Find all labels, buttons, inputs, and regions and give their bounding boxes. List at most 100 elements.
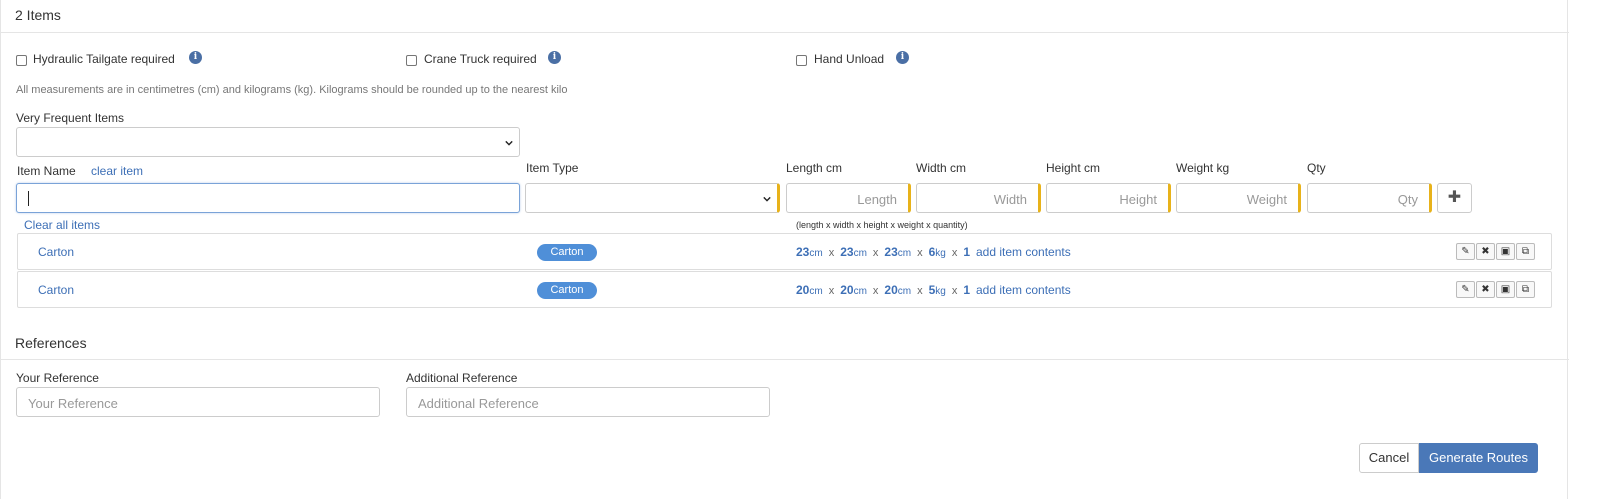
hand-unload-label: Hand Unload <box>814 52 885 66</box>
edit-button[interactable]: ✎ <box>1456 281 1475 298</box>
weight-label: Weight kg <box>1176 161 1230 175</box>
hand-unload-checkbox[interactable] <box>796 55 807 66</box>
width-value: 20 <box>840 283 854 297</box>
unit-kg: kg <box>935 248 946 259</box>
item-type-label: Item Type <box>526 161 579 175</box>
times-sign: x <box>917 247 923 259</box>
cancel-button[interactable]: Cancel <box>1359 443 1419 473</box>
height-value: 23 <box>884 245 898 259</box>
save-button[interactable]: ▣ <box>1496 281 1515 298</box>
copy-button[interactable]: ⧉ <box>1516 281 1535 298</box>
item-type-badge: Carton <box>537 282 597 299</box>
dimensions-hint: (length x width x height x weight x quan… <box>796 220 968 230</box>
delete-button[interactable]: ✖ <box>1476 243 1495 260</box>
text-cursor <box>28 191 29 206</box>
unit-cm: cm <box>853 248 867 259</box>
chevron-down-icon <box>763 196 771 202</box>
times-sign: x <box>828 285 835 297</box>
generate-routes-button[interactable]: Generate Routes <box>1419 443 1538 473</box>
close-icon: ✖ <box>1481 284 1490 295</box>
info-circle-icon[interactable]: i <box>896 51 909 64</box>
plus-icon: ✚ <box>1447 189 1462 206</box>
info-circle-icon[interactable]: i <box>189 51 202 64</box>
times-sign: x <box>917 285 923 297</box>
crane-truck-label: Crane Truck required <box>424 52 537 66</box>
qty-input[interactable]: Qty <box>1307 183 1432 213</box>
item-name-link[interactable]: Carton <box>38 283 74 297</box>
width-input[interactable]: Width <box>916 183 1041 213</box>
unit-cm: cm <box>853 286 867 297</box>
width-placeholder: Width <box>993 192 1027 207</box>
length-label: Length cm <box>786 161 843 175</box>
item-dimensions: 20cm x 20cm x 20cm x 5kg x 1 <box>796 283 970 297</box>
width-value: 23 <box>840 245 854 259</box>
qty-value: 1 <box>963 283 971 297</box>
add-item-contents-link[interactable]: add item contents <box>976 245 1071 259</box>
your-reference-label: Your Reference <box>16 371 99 385</box>
times-sign: x <box>872 247 879 259</box>
length-value: 23 <box>796 245 810 259</box>
item-row: Carton Carton 23cm x 23cm x 23cm x 6kg x 1 add i… <box>17 233 1552 270</box>
measurement-note: All measurements are in centimetres (cm)… <box>16 84 568 96</box>
item-type-select[interactable] <box>525 183 780 213</box>
clear-all-items-link[interactable]: Clear all items <box>24 218 100 232</box>
unit-cm: cm <box>897 286 912 297</box>
times-sign: x <box>951 247 958 259</box>
qty-value: 1 <box>963 245 971 259</box>
times-sign: x <box>951 285 958 297</box>
items-section-title: 2 Items <box>15 7 61 23</box>
divider <box>1 32 1569 33</box>
additional-reference-label: Additional Reference <box>406 371 518 385</box>
unit-kg: kg <box>935 286 946 297</box>
item-dimensions: 23cm x 23cm x 23cm x 6kg x 1 <box>796 245 970 259</box>
frequent-items-label: Very Frequent Items <box>16 111 125 125</box>
delete-button[interactable]: ✖ <box>1476 281 1495 298</box>
add-item-button[interactable]: ✚ <box>1437 183 1472 213</box>
additional-reference-input[interactable]: Additional Reference <box>406 387 770 417</box>
weight-placeholder: Weight <box>1246 192 1287 207</box>
divider <box>1 359 1569 360</box>
add-item-contents-link[interactable]: add item contents <box>976 283 1071 297</box>
copy-button[interactable]: ⧉ <box>1516 243 1535 260</box>
item-row: Carton Carton 20cm x 20cm x 20cm x 5kg x 1 add i… <box>17 271 1552 308</box>
unit-cm: cm <box>809 248 823 259</box>
edit-icon: ✎ <box>1461 284 1470 295</box>
item-name-label: Item Name <box>17 164 76 178</box>
items-panel: 2 Items Hydraulic Tailgate required i Cr… <box>0 0 1569 499</box>
save-button[interactable]: ▣ <box>1496 243 1515 260</box>
save-icon: ▣ <box>1500 284 1511 295</box>
length-value: 20 <box>796 283 810 297</box>
copy-icon: ⧉ <box>1521 246 1530 257</box>
qty-label: Qty <box>1307 161 1326 175</box>
edit-button[interactable]: ✎ <box>1456 243 1475 260</box>
frequent-items-select[interactable] <box>16 127 520 157</box>
width-label: Width cm <box>916 161 967 175</box>
item-name-link[interactable]: Carton <box>38 245 74 259</box>
times-sign: x <box>872 285 879 297</box>
references-title: References <box>15 335 87 351</box>
unit-cm: cm <box>809 286 823 297</box>
your-reference-placeholder: Your Reference <box>28 396 118 411</box>
save-icon: ▣ <box>1500 246 1511 257</box>
item-name-input[interactable] <box>16 183 520 213</box>
height-input[interactable]: Height <box>1046 183 1171 213</box>
crane-truck-checkbox[interactable] <box>406 55 417 66</box>
hydraulic-tailgate-checkbox[interactable] <box>16 55 27 66</box>
clear-item-link[interactable]: clear item <box>91 164 143 178</box>
your-reference-input[interactable]: Your Reference <box>16 387 380 417</box>
length-input[interactable]: Length <box>786 183 911 213</box>
unit-cm: cm <box>897 248 912 259</box>
height-placeholder: Height <box>1119 192 1157 207</box>
times-sign: x <box>828 247 835 259</box>
additional-reference-placeholder: Additional Reference <box>418 396 539 411</box>
height-label: Height cm <box>1046 161 1101 175</box>
close-icon: ✖ <box>1481 246 1490 257</box>
chevron-down-icon <box>505 140 513 146</box>
copy-icon: ⧉ <box>1521 284 1530 295</box>
hydraulic-tailgate-label: Hydraulic Tailgate required <box>33 52 175 66</box>
item-type-badge: Carton <box>537 244 597 261</box>
weight-input[interactable]: Weight <box>1176 183 1301 213</box>
qty-placeholder: Qty <box>1397 192 1418 207</box>
length-placeholder: Length <box>857 192 897 207</box>
info-circle-icon[interactable]: i <box>548 51 561 64</box>
